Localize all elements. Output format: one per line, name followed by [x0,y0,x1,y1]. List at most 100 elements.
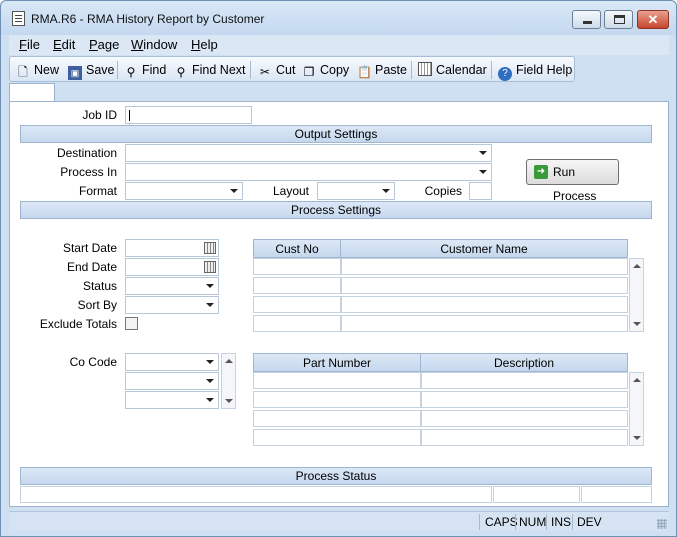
copies-input[interactable] [469,182,492,200]
toolbar-separator [491,61,492,79]
co-code-dropdown[interactable] [125,353,219,371]
co-code-dropdown[interactable] [125,391,219,409]
cust-no-cell[interactable] [253,277,341,294]
copy-button[interactable]: ❐ Copy [302,61,350,79]
customer-name-cell[interactable] [341,315,628,332]
menu-page-label: age [97,37,120,52]
maximize-icon [614,15,625,24]
maximize-button[interactable] [604,10,633,29]
new-button[interactable]: 🗋 New [16,61,59,79]
menu-edit-accel: E [53,37,62,52]
format-dropdown[interactable] [125,182,243,200]
co-code-label: Co Code [69,355,117,369]
menu-help-label: elp [200,37,218,52]
copy-label: Copy [320,63,350,77]
layout-label: Layout [272,184,309,198]
status-dropdown[interactable] [125,277,219,295]
save-button[interactable]: ▣ Save [68,61,115,80]
chevron-down-icon [206,398,214,402]
num-indicator: NUM [519,515,547,529]
customer-grid-scrollbar[interactable] [629,258,644,332]
co-code-dropdown[interactable] [125,372,219,390]
status-separator [546,514,547,530]
calendar-icon[interactable] [204,242,216,254]
close-icon: ✕ [647,12,659,27]
part-number-cell[interactable] [253,391,421,408]
close-button[interactable]: ✕ [637,10,669,29]
part-number-cell[interactable] [253,410,421,427]
minimize-button[interactable] [572,10,601,29]
customer-name-cell[interactable] [341,258,628,275]
cust-no-cell[interactable] [253,296,341,313]
chevron-down-icon [206,360,214,364]
exclude-totals-checkbox[interactable] [125,317,138,330]
scroll-down-icon[interactable] [633,322,641,326]
scroll-down-icon[interactable] [633,436,641,440]
job-id-label: Job ID [82,108,117,122]
process-status-message [20,486,492,503]
destination-label: Destination [56,146,117,160]
description-cell[interactable] [421,410,628,427]
cust-no-cell[interactable] [253,315,341,332]
menu-file[interactable]: File [19,37,40,52]
job-id-input[interactable] [125,106,252,124]
calendar-button[interactable]: Calendar [418,61,487,79]
toolbar-separator [250,61,251,79]
chevron-down-icon [479,151,487,155]
text-caret [129,110,130,121]
process-settings-header: Process Settings [20,201,652,219]
part-number-header[interactable]: Part Number [253,353,421,372]
description-cell[interactable] [421,429,628,446]
part-grid-scrollbar[interactable] [629,372,644,446]
sort-by-label: Sort By [77,298,117,312]
start-date-input[interactable] [125,239,219,257]
customer-name-cell[interactable] [341,296,628,313]
find-next-label: Find Next [192,63,246,77]
menu-edit[interactable]: Edit [53,37,75,52]
find-button[interactable]: ⚲ Find [124,61,167,79]
new-label: New [34,63,60,77]
co-code-scrollbar[interactable] [221,353,236,409]
chevron-down-icon [382,189,390,193]
part-number-cell[interactable] [253,429,421,446]
find-next-button[interactable]: ⚲ Find Next [174,61,246,79]
paste-button[interactable]: 📋 Paste [357,61,407,79]
status-bar: CAPS NUM INS DEV [9,511,669,531]
layout-dropdown[interactable] [317,182,395,200]
cust-no-cell[interactable] [253,258,341,275]
scroll-up-icon[interactable] [633,378,641,382]
menu-help[interactable]: Help [191,37,218,52]
menu-page[interactable]: Page [89,37,119,52]
customer-name-cell[interactable] [341,277,628,294]
cut-button[interactable]: ✂ Cut [258,61,295,79]
process-status-header: Process Status [20,467,652,485]
sort-by-dropdown[interactable] [125,296,219,314]
menu-window-label: indow [143,37,178,52]
cust-no-header[interactable]: Cust No [253,239,341,258]
arrow-right-icon: ➜ [534,165,548,179]
menu-page-accel: P [89,37,98,52]
tab-strip [9,83,669,102]
process-in-dropdown[interactable] [125,163,492,181]
resize-grip-icon[interactable] [657,519,667,529]
scroll-up-icon[interactable] [225,359,233,363]
destination-dropdown[interactable] [125,144,492,162]
customer-name-header[interactable]: Customer Name [340,239,628,258]
field-help-button[interactable]: ? Field Help [498,61,572,81]
toolbar: 🗋 New ▣ Save ⚲ Find ⚲ Find Next ✂ Cut ❐ Copy 📋… [9,56,575,82]
part-number-cell[interactable] [253,372,421,389]
description-cell[interactable] [421,391,628,408]
run-process-button[interactable]: ➜ Run Process [526,159,619,203]
menu-edit-label: dit [61,37,76,52]
new-document-icon: 🗋 [18,65,28,79]
copy-icon: ❐ [303,65,315,79]
description-cell[interactable] [421,372,628,389]
menu-window[interactable]: Window [131,37,177,52]
find-label: Find [142,63,167,77]
end-date-input[interactable] [125,258,219,276]
calendar-icon[interactable] [204,261,216,273]
tab-main[interactable] [9,83,55,102]
scroll-up-icon[interactable] [633,264,641,268]
scroll-down-icon[interactable] [225,399,233,403]
description-header[interactable]: Description [420,353,628,372]
